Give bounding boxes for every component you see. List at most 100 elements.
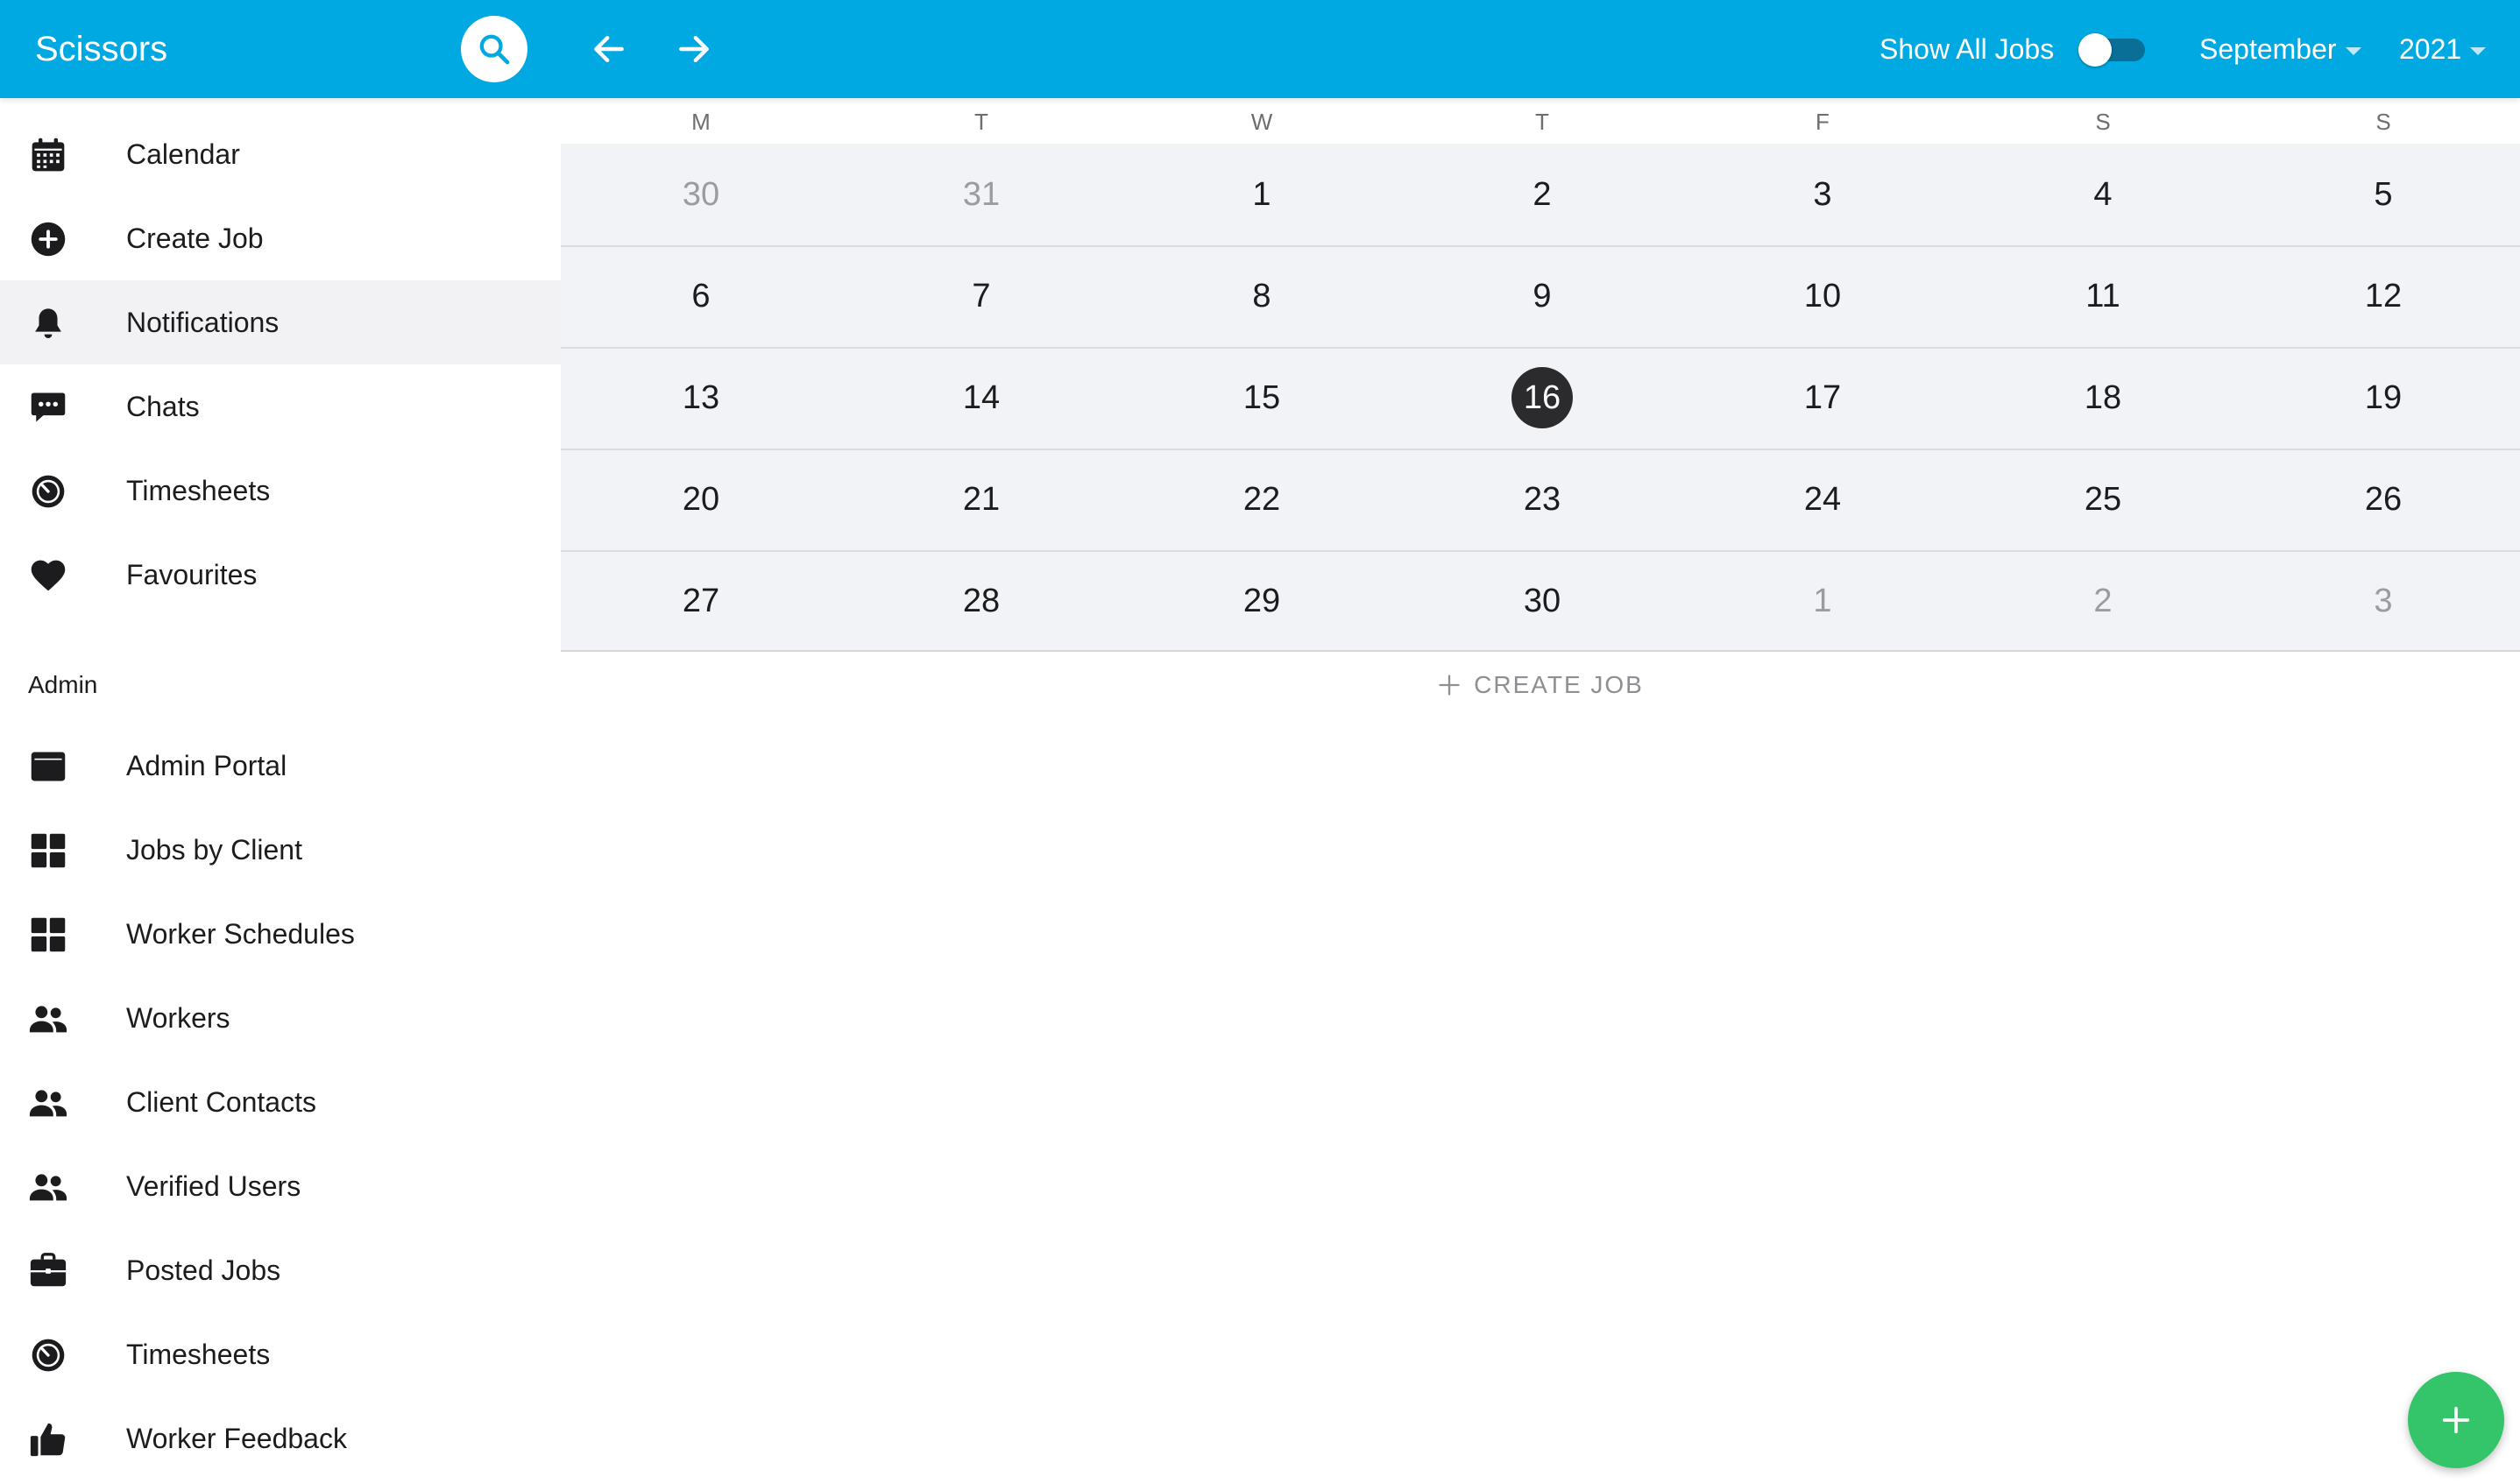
- day-cell[interactable]: 17: [1682, 347, 1963, 449]
- create-job-button[interactable]: CREATE JOB: [561, 662, 2520, 708]
- day-cell[interactable]: 29: [1122, 550, 1402, 652]
- arrow-left-icon: [594, 35, 624, 63]
- sidebar-item-calendar[interactable]: Calendar: [0, 112, 561, 196]
- next-month-button[interactable]: [668, 23, 720, 75]
- year-select-value: 2021: [2399, 33, 2462, 65]
- heart-icon: [28, 555, 68, 596]
- sidebar-item-workers[interactable]: Workers: [0, 976, 561, 1060]
- sidebar-item-label: Posted Jobs: [126, 1254, 281, 1286]
- previous-month-button[interactable]: [583, 23, 635, 75]
- caret-down-icon: [2470, 46, 2487, 55]
- day-cell[interactable]: 2: [1402, 144, 1682, 245]
- admin-section-heading: Admin: [28, 671, 98, 698]
- day-cell[interactable]: 30: [561, 144, 841, 245]
- sidebar-item-label: Verified Users: [126, 1170, 301, 1202]
- people-icon: [28, 1083, 68, 1123]
- day-cell[interactable]: 7: [841, 245, 1122, 347]
- sidebar-item-label: Favourites: [126, 558, 258, 590]
- weekday-label: W: [1250, 109, 1273, 135]
- sidebar-item-create-job[interactable]: Create Job: [0, 196, 561, 280]
- year-select[interactable]: 2021: [2399, 0, 2487, 98]
- sidebar-item-label: Worker Schedules: [126, 917, 355, 950]
- thumbs-up-icon: [28, 1419, 68, 1459]
- sidebar-item-favourites[interactable]: Favourites: [0, 533, 561, 617]
- arrow-right-icon: [679, 35, 709, 63]
- sidebar-item-label: Client Contacts: [126, 1085, 316, 1118]
- day-cell[interactable]: 21: [841, 449, 1122, 550]
- day-cell[interactable]: 1: [1122, 144, 1402, 245]
- sidebar-item-label: Notifications: [126, 306, 280, 338]
- sidebar-item-worker-feedback[interactable]: Worker Feedback: [0, 1396, 561, 1480]
- day-cell[interactable]: 26: [2243, 449, 2520, 550]
- day-cell[interactable]: 3: [1682, 144, 1963, 245]
- search-button[interactable]: [461, 16, 527, 82]
- plus-icon: [2442, 1406, 2470, 1434]
- add-fab-button[interactable]: [2408, 1372, 2504, 1468]
- day-cell[interactable]: 22: [1122, 449, 1402, 550]
- app-title: Scissors: [35, 30, 168, 68]
- day-cell[interactable]: 13: [561, 347, 841, 449]
- day-cell[interactable]: 27: [561, 550, 841, 652]
- day-cell-today[interactable]: 16: [1402, 347, 1682, 449]
- plus-circle-icon: [28, 219, 68, 259]
- sidebar: Calendar Create Job Notifications Chats: [0, 98, 561, 1484]
- day-cell[interactable]: 9: [1402, 245, 1682, 347]
- sidebar-item-admin-portal[interactable]: Admin Portal: [0, 724, 561, 808]
- day-cell[interactable]: 12: [2243, 245, 2520, 347]
- day-cell[interactable]: 25: [1963, 449, 2243, 550]
- show-all-jobs-toggle[interactable]: [2078, 33, 2145, 67]
- sidebar-item-verified-users[interactable]: Verified Users: [0, 1144, 561, 1228]
- weekday-label: M: [691, 109, 711, 135]
- month-calendar: M T W T F S S 30 31 1 2 3 4 5 6 7 8 9 10…: [561, 98, 2520, 1484]
- sidebar-item-label: Admin Portal: [126, 749, 287, 781]
- day-cell[interactable]: 4: [1963, 144, 2243, 245]
- stopwatch-icon: [28, 1335, 68, 1375]
- weekday-label: F: [1816, 109, 1830, 135]
- weekday-label: S: [2095, 109, 2111, 135]
- day-cell[interactable]: 1: [1682, 550, 1963, 652]
- day-cell[interactable]: 11: [1963, 245, 2243, 347]
- create-job-label: CREATE JOB: [1474, 671, 1644, 698]
- sidebar-item-notifications[interactable]: Notifications: [0, 280, 561, 364]
- day-cell[interactable]: 31: [841, 144, 1122, 245]
- day-cell[interactable]: 5: [2243, 144, 2520, 245]
- calendar-grid: 30 31 1 2 3 4 5 6 7 8 9 10 11 12 13 14 1…: [561, 144, 2520, 652]
- day-cell[interactable]: 10: [1682, 245, 1963, 347]
- sidebar-item-posted-jobs[interactable]: Posted Jobs: [0, 1228, 561, 1312]
- day-cell[interactable]: 3: [2243, 550, 2520, 652]
- today-marker: 16: [1511, 367, 1573, 428]
- day-cell[interactable]: 15: [1122, 347, 1402, 449]
- day-cell[interactable]: 18: [1963, 347, 2243, 449]
- month-select[interactable]: September: [2199, 0, 2361, 98]
- weekday-label: T: [974, 109, 988, 135]
- sidebar-item-chats[interactable]: Chats: [0, 364, 561, 449]
- people-icon: [28, 1167, 68, 1207]
- sidebar-item-label: Create Job: [126, 222, 264, 254]
- day-cell[interactable]: 6: [561, 245, 841, 347]
- weekday-label: S: [2375, 109, 2391, 135]
- day-cell[interactable]: 8: [1122, 245, 1402, 347]
- day-cell[interactable]: 23: [1402, 449, 1682, 550]
- sidebar-item-label: Chats: [126, 390, 200, 422]
- sidebar-item-label: Jobs by Client: [126, 833, 302, 866]
- sidebar-item-worker-schedules[interactable]: Worker Schedules: [0, 892, 561, 976]
- day-cell[interactable]: 2: [1963, 550, 2243, 652]
- sidebar-item-label: Timesheets: [126, 1338, 271, 1370]
- briefcase-icon: [28, 1251, 68, 1291]
- sidebar-item-jobs-by-client[interactable]: Jobs by Client: [0, 808, 561, 892]
- day-cell[interactable]: 24: [1682, 449, 1963, 550]
- sidebar-item-admin-timesheets[interactable]: Timesheets: [0, 1312, 561, 1396]
- sidebar-item-client-contacts[interactable]: Client Contacts: [0, 1060, 561, 1144]
- sidebar-item-label: Calendar: [126, 138, 240, 170]
- sidebar-item-timesheets[interactable]: Timesheets: [0, 449, 561, 533]
- sidebar-item-label: Workers: [126, 1001, 230, 1034]
- day-cell[interactable]: 28: [841, 550, 1122, 652]
- day-cell[interactable]: 14: [841, 347, 1122, 449]
- calendar-icon: [28, 135, 68, 175]
- grid-icon: [28, 915, 68, 955]
- grid-icon: [28, 830, 68, 871]
- day-cell[interactable]: 20: [561, 449, 841, 550]
- day-cell[interactable]: 30: [1402, 550, 1682, 652]
- show-all-jobs-label: Show All Jobs: [1879, 33, 2055, 65]
- day-cell[interactable]: 19: [2243, 347, 2520, 449]
